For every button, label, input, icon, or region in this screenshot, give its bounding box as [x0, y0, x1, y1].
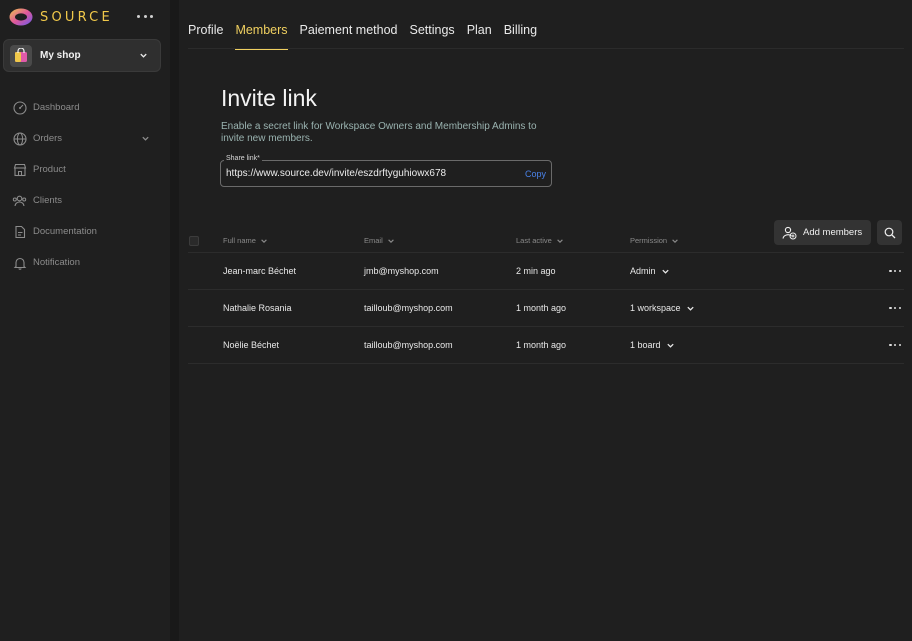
member-last-active: 2 min ago — [516, 266, 556, 276]
shopping-bag-icon — [10, 44, 32, 67]
chevron-down-icon — [142, 136, 149, 141]
tabs-divider — [188, 48, 904, 49]
copy-button[interactable]: Copy — [525, 169, 546, 179]
share-link-value[interactable]: https://www.source.dev/invite/eszdrftygu… — [226, 168, 446, 179]
member-last-active: 1 month ago — [516, 340, 567, 350]
permission-value: 1 workspace — [630, 303, 681, 313]
sidebar-item-orders[interactable]: Orders — [12, 123, 152, 154]
column-label: Last active — [516, 236, 552, 245]
row-more-icon[interactable] — [889, 269, 901, 273]
brand[interactable]: SOURCE — [9, 8, 113, 26]
share-link-field[interactable]: Share link* https://www.source.dev/invit… — [220, 155, 552, 187]
workspace-name: My shop — [40, 50, 81, 61]
tab-paiement-method[interactable]: Paiement method — [300, 23, 398, 47]
sidebar-item-label: Dashboard — [33, 102, 80, 113]
sidebar-item-product[interactable]: Product — [12, 154, 152, 185]
invite-description: Enable a secret link for Workspace Owner… — [221, 121, 537, 144]
column-email[interactable]: Email — [364, 236, 395, 245]
sidebar-item-label: Clients — [33, 195, 63, 206]
member-last-active: 1 month ago — [516, 303, 567, 313]
settings-tabs: Profile Members Paiement method Settings… — [188, 23, 549, 50]
row-more-icon[interactable] — [889, 343, 901, 347]
chevron-down-icon — [666, 343, 674, 348]
column-last-active[interactable]: Last active — [516, 236, 564, 245]
sidebar-divider — [170, 0, 179, 641]
chevron-down-icon — [140, 53, 147, 58]
chevron-down-icon — [686, 306, 694, 311]
chevron-down-icon — [661, 269, 669, 274]
permission-dropdown[interactable]: 1 workspace — [630, 303, 695, 313]
brand-name: SOURCE — [40, 9, 113, 25]
sidebar-item-notification[interactable]: Notification — [12, 247, 152, 278]
members-table-header: Full name Email Last active Permission — [188, 234, 904, 252]
member-name: Noëlie Béchet — [223, 340, 280, 350]
permission-value: 1 board — [630, 340, 661, 350]
permission-dropdown[interactable]: Admin — [630, 266, 670, 276]
sidebar-item-clients[interactable]: Clients — [12, 185, 152, 216]
sidebar-nav: Dashboard Orders Product Clients Documen… — [12, 92, 152, 278]
member-name: Nathalie Rosania — [223, 303, 292, 313]
table-row[interactable]: Jean-marc Béchet jmb@myshop.com 2 min ag… — [188, 253, 904, 290]
member-name: Jean-marc Béchet — [223, 266, 297, 276]
chevron-down-icon — [261, 238, 267, 243]
chevron-down-icon — [672, 238, 678, 243]
select-all-checkbox[interactable] — [189, 236, 199, 246]
invite-title: Invite link — [221, 85, 317, 111]
permission-value: Admin — [630, 266, 656, 276]
sidebar-item-label: Notification — [33, 257, 80, 268]
dashboard-icon — [12, 100, 27, 115]
member-email: tailloub@myshop.com — [364, 340, 453, 350]
workspace-switcher[interactable]: My shop — [3, 39, 161, 72]
column-full-name[interactable]: Full name — [223, 236, 268, 245]
sidebar: SOURCE My shop Dashboard Orders Product … — [0, 0, 170, 641]
permission-dropdown[interactable]: 1 board — [630, 340, 675, 350]
chevron-down-icon — [387, 238, 394, 243]
sidebar-item-dashboard[interactable]: Dashboard — [12, 92, 152, 123]
share-link-label: Share link* — [224, 155, 262, 162]
tab-plan[interactable]: Plan — [467, 23, 492, 47]
table-row[interactable]: Nathalie Rosania tailloub@myshop.com 1 m… — [188, 290, 904, 327]
column-label: Full name — [223, 236, 256, 245]
member-email: jmb@myshop.com — [364, 266, 439, 276]
chevron-down-icon — [557, 238, 563, 243]
column-label: Permission — [630, 236, 668, 245]
store-icon — [12, 162, 27, 177]
sidebar-item-documentation[interactable]: Documentation — [12, 216, 152, 247]
column-permission[interactable]: Permission — [630, 236, 679, 245]
users-icon — [12, 193, 27, 208]
document-icon — [12, 224, 27, 239]
row-more-icon[interactable] — [889, 306, 901, 310]
tab-members[interactable]: Members — [235, 23, 288, 50]
more-options-icon[interactable] — [137, 8, 153, 24]
globe-icon — [12, 131, 27, 146]
bell-icon — [12, 255, 27, 270]
column-label: Email — [364, 236, 383, 245]
source-logo-icon — [9, 8, 33, 26]
sidebar-item-label: Documentation — [33, 226, 97, 237]
table-row[interactable]: Noëlie Béchet tailloub@myshop.com 1 mont… — [188, 327, 904, 364]
sidebar-item-label: Orders — [33, 133, 63, 144]
member-email: tailloub@myshop.com — [364, 303, 453, 313]
tab-profile[interactable]: Profile — [188, 23, 223, 47]
sidebar-item-label: Product — [33, 164, 66, 175]
tab-billing[interactable]: Billing — [504, 23, 537, 47]
tab-settings[interactable]: Settings — [410, 23, 455, 47]
